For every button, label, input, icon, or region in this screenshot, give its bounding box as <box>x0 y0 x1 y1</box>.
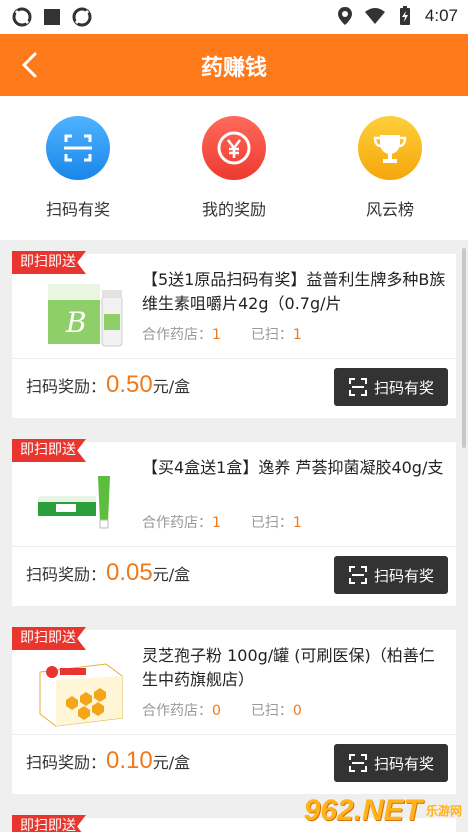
scan-reward: 扫码奖励：0.10元/盒 <box>26 747 191 774</box>
sync-icon <box>72 7 92 27</box>
shortcut-label: 风云榜 <box>365 200 414 219</box>
product-stats: 合作药店：1 已扫：1 <box>142 327 302 343</box>
product-image <box>39 663 123 727</box>
divider <box>12 358 456 359</box>
shortcut-leaderboard[interactable]: 风云榜 <box>335 116 445 220</box>
instant-reward-badge: 即扫即送 <box>12 251 86 274</box>
product-name: 【买4盒送1盒】逸养 芦荟抑菌凝胶40g/支 <box>142 458 444 477</box>
product-image <box>38 476 110 529</box>
product-stats: 合作药店：0 已扫：0 <box>142 703 302 719</box>
watermark-logo: 962.NET 乐游网 <box>303 794 462 827</box>
product-card[interactable]: 即扫即送 B 【5送1原品扫码有奖】益普利生牌多种B族维生素咀嚼片42g（0.7… <box>12 251 456 418</box>
clock: 4:07 <box>424 6 458 25</box>
product-stats: 合作药店：1 已扫：1 <box>142 515 302 531</box>
scan-reward-button[interactable]: 扫码有奖 <box>334 744 448 782</box>
shortcut-my-rewards[interactable]: 我的奖励 <box>179 116 289 220</box>
location-icon <box>337 7 352 25</box>
scan-icon <box>348 378 367 396</box>
page-title: 药赚钱 <box>200 56 267 81</box>
scan-icon <box>348 566 367 584</box>
scrollbar[interactable] <box>462 248 466 448</box>
scan-reward-button[interactable]: 扫码有奖 <box>334 368 448 406</box>
reward-amount: 0.10 <box>106 747 153 774</box>
product-card[interactable]: 即扫即送 灵芝孢子粉 100g/罐 (可刷医保)（柏善仁生中药旗舰店） 合作药店… <box>12 627 456 794</box>
product-card[interactable]: 即扫即送 【买4盒送1盒】逸养 芦荟抑菌凝胶40g/支 合作药店：1 已扫：1 扫… <box>12 439 456 606</box>
reward-amount: 0.50 <box>106 371 153 398</box>
scanned-count: 0 <box>292 703 302 719</box>
svg-text:B: B <box>65 306 87 339</box>
shortcut-scan[interactable]: 扫码有奖 <box>23 116 133 220</box>
scanned-count: 1 <box>292 515 302 531</box>
instant-reward-badge: 即扫即送 <box>12 815 86 832</box>
partner-store-count: 1 <box>212 515 221 531</box>
product-name: 【5送1原品扫码有奖】益普利生牌多种B族维生素咀嚼片42g（0.7g/片 <box>142 270 446 313</box>
scanned-count: 1 <box>292 327 302 343</box>
scan-reward: 扫码奖励：0.50元/盒 <box>26 371 191 398</box>
partner-store-count: 1 <box>212 327 221 343</box>
scan-reward: 扫码奖励：0.05元/盒 <box>26 559 191 586</box>
scan-icon <box>348 754 367 772</box>
square-icon <box>44 9 60 25</box>
status-bar: 4:07 <box>0 0 468 34</box>
shortcut-label: 扫码有奖 <box>45 200 110 219</box>
shortcut-bar: 扫码有奖 我的奖励 风云榜 <box>0 96 468 240</box>
scan-icon <box>46 116 110 180</box>
instant-reward-badge: 即扫即送 <box>12 439 86 462</box>
divider <box>12 734 456 735</box>
battery-charging-icon <box>399 6 410 25</box>
reward-amount: 0.05 <box>106 559 153 586</box>
product-image: B <box>48 284 123 347</box>
yen-coin-icon <box>202 116 266 180</box>
scan-reward-button[interactable]: 扫码有奖 <box>334 556 448 594</box>
trophy-icon <box>358 116 422 180</box>
shortcut-label: 我的奖励 <box>201 200 266 219</box>
product-name: 灵芝孢子粉 100g/罐 (可刷医保)（柏善仁生中药旗舰店） <box>142 646 435 689</box>
wifi-icon <box>364 8 385 24</box>
app-bar: 药赚钱 <box>0 34 468 96</box>
divider <box>12 546 456 547</box>
sync-icon <box>12 7 32 27</box>
instant-reward-badge: 即扫即送 <box>12 627 86 650</box>
partner-store-count: 0 <box>212 703 221 719</box>
